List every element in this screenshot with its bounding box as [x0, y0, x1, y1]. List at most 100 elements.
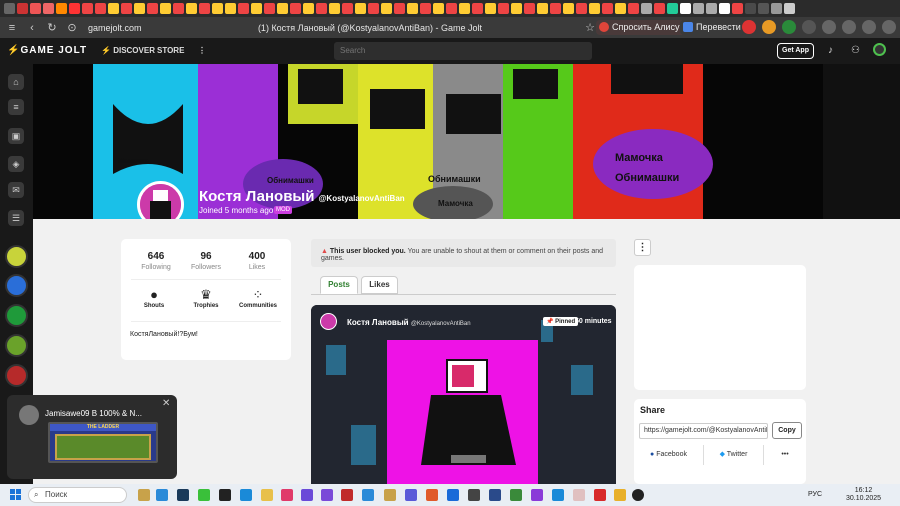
taskbar-app-icon[interactable]	[531, 489, 543, 501]
tab-favicon[interactable]	[277, 3, 288, 14]
library-icon[interactable]: ☰	[8, 210, 24, 226]
extension-icon[interactable]	[862, 20, 876, 34]
communities-button[interactable]: ⁘ Communities	[233, 288, 283, 310]
tab-favicon[interactable]	[407, 3, 418, 14]
pinned-post[interactable]: Костя Лановый @KostyalanovAntiBan 📌 Pinn…	[311, 305, 616, 484]
community-icon[interactable]	[5, 274, 28, 297]
tab-favicon[interactable]	[355, 3, 366, 14]
tab-favicon[interactable]	[160, 3, 171, 14]
more-share-button[interactable]: •••	[764, 445, 806, 465]
tab-favicon[interactable]	[524, 3, 535, 14]
tab-favicon[interactable]	[69, 3, 80, 14]
tab-favicon[interactable]	[329, 3, 340, 14]
tab-favicon[interactable]	[264, 3, 275, 14]
taskbar-app-icon[interactable]	[489, 489, 501, 501]
discover-link[interactable]: ⚡ DISCOVER	[101, 46, 155, 55]
shouts-button[interactable]: ● Shouts	[129, 288, 179, 310]
taskbar-app-icon[interactable]	[362, 489, 374, 501]
tab-favicon[interactable]	[654, 3, 665, 14]
game-jolt-logo[interactable]: ⚡GAME JOLT	[7, 45, 87, 56]
tab-favicon[interactable]	[95, 3, 106, 14]
tab-favicon[interactable]	[784, 3, 795, 14]
tab-favicon[interactable]	[485, 3, 496, 14]
tab-favicon[interactable]	[511, 3, 522, 14]
tab-favicon[interactable]	[615, 3, 626, 14]
tab-favicon[interactable]	[771, 3, 782, 14]
store-link[interactable]: STORE	[157, 46, 184, 55]
community-icon[interactable]	[5, 245, 28, 268]
tab-favicon[interactable]	[4, 3, 15, 14]
taskbar-app-icon[interactable]	[632, 489, 644, 501]
twitter-share-button[interactable]: ◆ Twitter	[704, 445, 764, 465]
back-icon[interactable]: ‹	[24, 20, 40, 36]
tab-favicon[interactable]	[212, 3, 223, 14]
tab-favicon[interactable]	[147, 3, 158, 14]
tab-favicon[interactable]	[576, 3, 587, 14]
notification-thumbnail[interactable]: THE LADDER	[48, 422, 158, 463]
taskbar-app-icon[interactable]	[156, 489, 168, 501]
tab-favicon[interactable]	[667, 3, 678, 14]
tab-favicon[interactable]	[537, 3, 548, 14]
tab-likes[interactable]: Likes	[361, 276, 398, 294]
extension-icon[interactable]	[842, 20, 856, 34]
taskbar-app-icon[interactable]	[384, 489, 396, 501]
tab-favicon[interactable]	[680, 3, 691, 14]
tab-favicon[interactable]	[433, 3, 444, 14]
facebook-share-button[interactable]: ● Facebook	[634, 445, 704, 465]
likes-stat[interactable]: 400 Likes	[232, 251, 282, 271]
tab-favicon[interactable]	[17, 3, 28, 14]
post-author[interactable]: Костя Лановый @KostyalanovAntiBan	[347, 318, 471, 327]
translate-button[interactable]: Перевести	[680, 20, 745, 35]
tab-favicon[interactable]	[121, 3, 132, 14]
extension-icon[interactable]	[762, 20, 776, 34]
tab-favicon[interactable]	[56, 3, 67, 14]
tab-favicon[interactable]	[394, 3, 405, 14]
tab-favicon[interactable]	[758, 3, 769, 14]
inventory-icon[interactable]: ▣	[8, 128, 24, 144]
taskbar-app-icon[interactable]	[219, 489, 231, 501]
tab-favicon[interactable]	[238, 3, 249, 14]
taskbar-app-icon[interactable]	[573, 489, 585, 501]
taskbar-app-icon[interactable]	[510, 489, 522, 501]
copy-button[interactable]: Copy	[772, 422, 802, 439]
activity-icon[interactable]: ≡	[8, 99, 24, 115]
extension-icon[interactable]	[822, 20, 836, 34]
input-language[interactable]: РУС	[808, 491, 822, 498]
tab-favicon[interactable]	[368, 3, 379, 14]
taskbar-app-icon[interactable]	[281, 489, 293, 501]
download-icon[interactable]	[882, 20, 896, 34]
tab-favicon[interactable]	[30, 3, 41, 14]
tab-favicon[interactable]	[563, 3, 574, 14]
following-stat[interactable]: 646 Following	[131, 251, 181, 271]
tab-favicon[interactable]	[732, 3, 743, 14]
taskbar-app-icon[interactable]	[594, 489, 606, 501]
more-options-button[interactable]: ⋮	[634, 239, 651, 256]
tab-favicon[interactable]	[641, 3, 652, 14]
taskbar-app-icon[interactable]	[552, 489, 564, 501]
post-author-avatar[interactable]	[320, 313, 337, 330]
taskbar-app-icon[interactable]	[341, 489, 353, 501]
tab-favicon[interactable]	[420, 3, 431, 14]
tab-favicon[interactable]	[342, 3, 353, 14]
taskbar-app-icon[interactable]	[138, 489, 150, 501]
username[interactable]: @KostyalanovAntiBan	[319, 194, 405, 203]
extension-icon[interactable]	[782, 20, 796, 34]
extension-icon[interactable]	[802, 20, 816, 34]
taskbar-app-icon[interactable]	[301, 489, 313, 501]
taskbar-app-icon[interactable]	[177, 489, 189, 501]
taskbar-search[interactable]: ⌕ Поиск	[28, 487, 127, 503]
friends-icon[interactable]: ⚇	[851, 45, 860, 56]
tab-favicon[interactable]	[290, 3, 301, 14]
tab-favicon[interactable]	[43, 3, 54, 14]
refresh-icon[interactable]: ↻	[44, 20, 60, 36]
home-icon[interactable]: ⌂	[8, 74, 24, 90]
taskbar-app-icon[interactable]	[426, 489, 438, 501]
system-clock[interactable]: 16:12 30.10.2025	[846, 487, 881, 503]
get-app-button[interactable]: Get App	[777, 43, 814, 59]
tab-favicon[interactable]	[550, 3, 561, 14]
taskbar-app-icon[interactable]	[614, 489, 626, 501]
tab-favicon[interactable]	[628, 3, 639, 14]
windows-start-icon[interactable]	[10, 489, 21, 500]
community-icon[interactable]	[5, 334, 28, 357]
tab-favicon[interactable]	[446, 3, 457, 14]
